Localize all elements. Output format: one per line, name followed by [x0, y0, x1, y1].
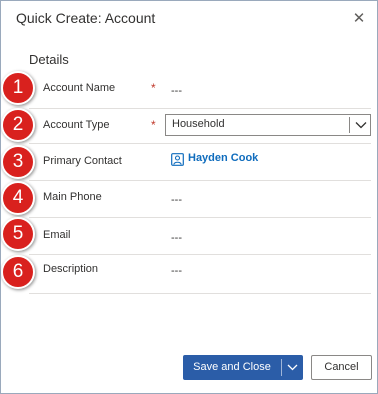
account-name-input[interactable]: --- [171, 85, 182, 97]
field-label: Account Type [43, 119, 110, 131]
field-label: Description [43, 263, 99, 275]
quick-create-dialog: Quick Create: Account ✕ Details Account … [0, 0, 378, 394]
required-indicator: * [151, 81, 156, 95]
close-icon[interactable]: ✕ [351, 11, 367, 27]
save-options-dropdown[interactable] [282, 355, 303, 380]
field-description: Description --- [29, 255, 371, 294]
field-label: Account Name [43, 82, 116, 94]
annotation-badge-4: 4 [1, 181, 35, 215]
dialog-footer: Save and Close Cancel [1, 351, 377, 381]
field-label: Main Phone [43, 191, 102, 203]
description-input[interactable]: --- [171, 265, 182, 277]
email-input[interactable]: --- [171, 232, 182, 244]
primary-contact-name: Hayden Cook [188, 152, 259, 164]
field-main-phone: Main Phone --- [29, 181, 371, 218]
dialog-title: Quick Create: Account [16, 10, 156, 26]
field-account-type: Account Type * Household [29, 109, 371, 144]
annotation-badge-5: 5 [1, 217, 35, 251]
annotation-badge-3: 3 [1, 145, 35, 179]
main-phone-input[interactable]: --- [171, 194, 182, 206]
account-type-select[interactable]: Household [165, 114, 371, 136]
save-and-close-label: Save and Close [193, 361, 271, 373]
chevron-down-icon [355, 122, 367, 129]
chevron-down-icon [287, 364, 298, 371]
section-title: Details [29, 52, 69, 67]
field-primary-contact: Primary Contact Hayden Cook [29, 144, 371, 181]
annotation-badge-2: 2 [1, 108, 35, 142]
contact-icon [171, 153, 184, 166]
cancel-button[interactable]: Cancel [311, 355, 372, 380]
account-type-value: Household [172, 118, 225, 130]
field-email: Email --- [29, 218, 371, 255]
annotation-badge-1: 1 [1, 71, 35, 105]
field-label: Email [43, 229, 71, 241]
select-divider [349, 117, 350, 133]
field-account-name: Account Name * --- [29, 72, 371, 109]
save-and-close-button[interactable]: Save and Close [183, 355, 303, 380]
dialog-header: Quick Create: Account ✕ [1, 1, 377, 41]
annotation-badge-6: 6 [1, 255, 35, 289]
field-label: Primary Contact [43, 155, 122, 167]
required-indicator: * [151, 118, 156, 132]
